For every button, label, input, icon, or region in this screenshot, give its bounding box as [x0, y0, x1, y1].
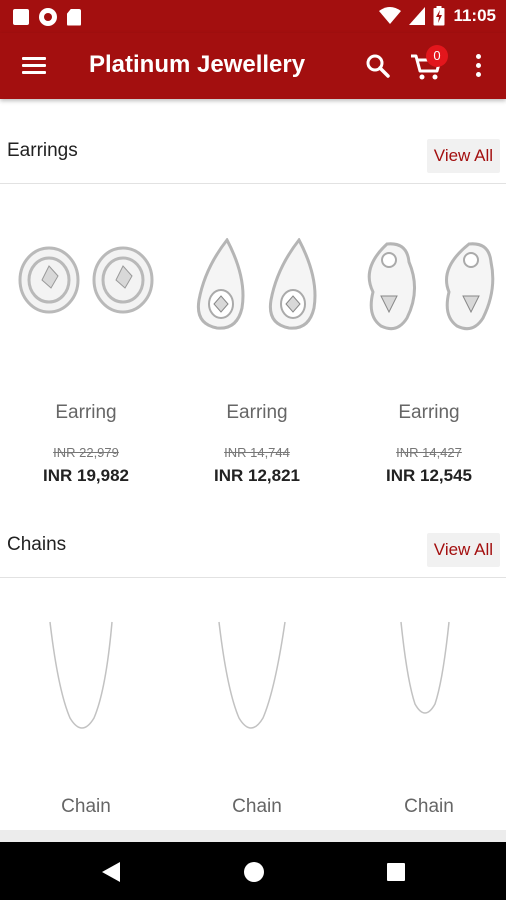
product-name: Earring	[55, 402, 117, 423]
wifi-icon	[379, 7, 402, 24]
recents-icon[interactable]	[387, 863, 405, 881]
product-old-price: INR 22,979	[53, 445, 119, 460]
back-icon[interactable]	[101, 861, 121, 883]
product-new-price: INR 12,821	[214, 466, 300, 485]
earrings-section-header: Earrings View All	[0, 128, 506, 184]
product-name: Earring	[398, 402, 460, 423]
chain-image	[400, 621, 450, 714]
earrings-view-all-button[interactable]: View All	[426, 139, 500, 173]
product-card-earring-1[interactable]: Earring INR 22,979 INR 19,982	[2, 190, 170, 500]
status-system: 11:05	[379, 6, 496, 26]
more-vert-icon[interactable]	[476, 54, 482, 78]
content-bottom-edge	[0, 830, 506, 842]
section-title-chains: Chains	[7, 534, 67, 555]
product-card-chain-1[interactable]: Chain	[2, 600, 170, 825]
product-old-price: INR 14,427	[396, 445, 462, 460]
chains-section-header: Chains View All	[0, 522, 506, 578]
product-old-price: INR 14,744	[224, 445, 290, 460]
record-icon	[39, 8, 57, 26]
product-card-earring-3[interactable]: Earring INR 14,427 INR 12,545	[345, 190, 506, 500]
status-bar: 11:05	[0, 0, 506, 33]
system-nav-bar	[0, 842, 506, 900]
status-notifications	[13, 8, 81, 26]
product-card-earring-2[interactable]: Earring INR 14,744 INR 12,821	[173, 190, 341, 500]
product-name: Earring	[226, 402, 288, 423]
earring-image	[196, 238, 317, 330]
chains-view-all-button[interactable]: View All	[426, 533, 500, 567]
signal-icon	[409, 7, 426, 25]
app-title: Platinum Jewellery	[89, 51, 306, 78]
status-time: 11:05	[453, 6, 496, 25]
product-name: Chain	[232, 796, 282, 817]
chain-image	[218, 621, 286, 729]
earring-image	[18, 246, 154, 314]
sd-card-icon	[67, 8, 81, 26]
section-title-earrings: Earrings	[7, 140, 78, 161]
earring-image	[367, 242, 495, 331]
battery-charging-icon	[433, 6, 445, 26]
menu-icon[interactable]	[22, 55, 48, 75]
product-name: Chain	[404, 796, 454, 817]
cart-badge[interactable]: 0	[426, 45, 448, 67]
square-notification-icon	[13, 9, 29, 25]
product-name: Chain	[61, 796, 111, 817]
product-card-chain-3[interactable]: Chain	[345, 600, 506, 825]
app-bar: Platinum Jewellery 0	[0, 33, 506, 99]
product-new-price: INR 12,545	[386, 466, 472, 485]
product-card-chain-2[interactable]: Chain	[173, 600, 341, 825]
product-new-price: INR 19,982	[43, 466, 129, 485]
home-icon[interactable]	[243, 861, 265, 883]
chain-image	[49, 621, 113, 729]
search-icon[interactable]	[365, 53, 391, 79]
